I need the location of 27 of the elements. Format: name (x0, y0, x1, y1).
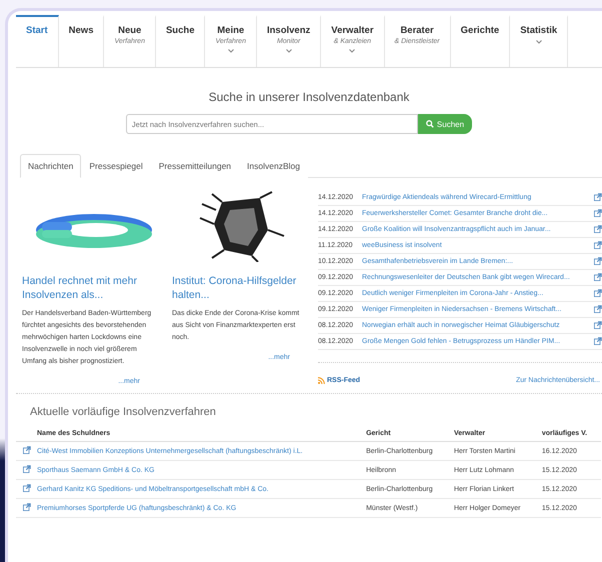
external-link-icon[interactable] (23, 446, 31, 454)
nav-tab[interactable]: Suche (156, 15, 206, 67)
external-link-icon[interactable] (594, 257, 602, 265)
article-title[interactable]: Institut: Corona-Hilfsgelder halten... (172, 274, 310, 302)
nav-tab[interactable]: News (58, 15, 104, 67)
external-link-icon[interactable] (594, 241, 602, 249)
external-link-icon[interactable] (594, 209, 602, 217)
external-link-icon[interactable] (594, 225, 602, 233)
external-link-icon[interactable] (23, 484, 31, 492)
search-heading: Suche in unserer Insolvenzdatenbank (208, 90, 410, 104)
external-link-icon[interactable] (594, 337, 602, 345)
search-button[interactable]: Suchen (418, 114, 472, 134)
external-link-icon[interactable] (594, 321, 602, 329)
external-link-icon[interactable] (23, 503, 31, 511)
nav-tab[interactable]: Statistik (510, 15, 568, 67)
article-title[interactable]: Handel rechnet mit mehr Insolvenzen als... (22, 274, 160, 302)
nav-tab[interactable]: Gerichte (450, 15, 510, 67)
table-title: Aktuelle vorläufige Insolvenzverfahren (30, 406, 217, 418)
search-icon (426, 120, 434, 128)
external-link-icon[interactable] (23, 465, 31, 473)
external-link-icon[interactable] (594, 305, 602, 313)
external-link-icon[interactable] (594, 193, 602, 201)
external-link-icon[interactable] (594, 273, 602, 281)
section-tab[interactable]: Nachrichten (20, 154, 82, 178)
rss-icon (318, 377, 325, 384)
nav-tab[interactable]: Start (16, 15, 59, 67)
external-link-icon[interactable] (594, 289, 602, 297)
